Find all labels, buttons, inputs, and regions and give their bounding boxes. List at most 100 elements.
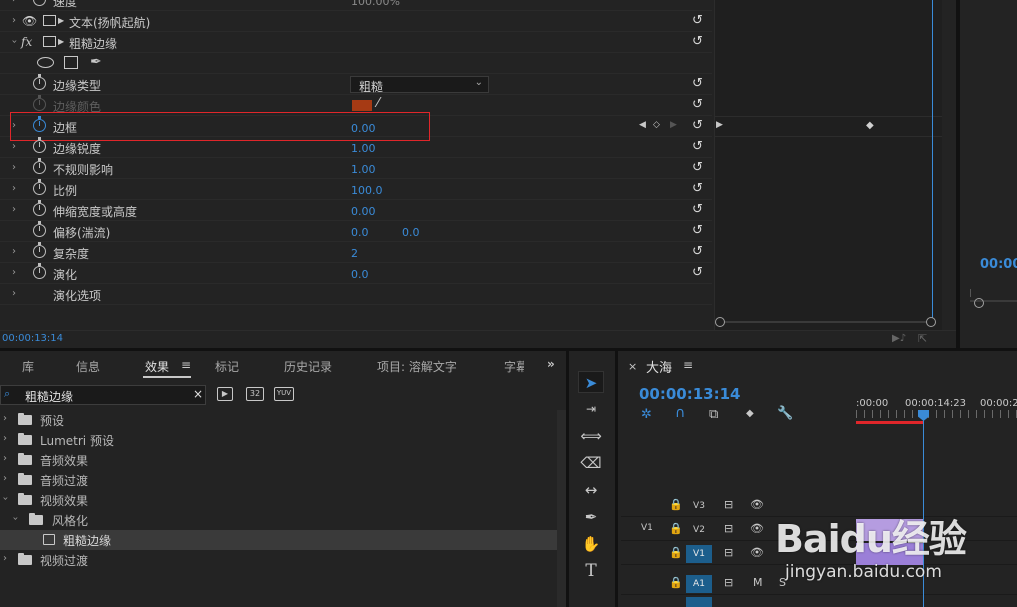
tab-project[interactable]: 项目: 溶解文字: [377, 358, 457, 375]
chevron-down-icon[interactable]: ›: [9, 40, 20, 44]
overflow-tabs-icon[interactable]: »: [547, 357, 555, 371]
chevron-down-icon[interactable]: ›: [10, 517, 21, 521]
property-value[interactable]: 0.0: [351, 268, 369, 281]
tree-item-rough-edges[interactable]: 粗糙边缘: [0, 530, 557, 550]
eye-icon[interactable]: 👁: [22, 14, 37, 28]
linked-selection-icon[interactable]: ⧉: [709, 407, 718, 422]
tab-libraries[interactable]: 库: [22, 358, 34, 375]
program-timecode[interactable]: 00:00: [980, 257, 1017, 272]
chevron-right-icon[interactable]: ›: [3, 473, 7, 484]
property-value[interactable]: 2: [351, 247, 358, 260]
stopwatch-icon[interactable]: [33, 263, 46, 279]
chevron-right-icon[interactable]: ›: [3, 453, 7, 464]
layer-row-text[interactable]: › 👁 ▶ 文本(扬帆起航) ↺: [0, 11, 712, 32]
selection-tool-icon[interactable]: ➤: [578, 371, 604, 393]
property-row-fractal-influence[interactable]: › 不规则影响 1.00 ↺: [0, 158, 712, 179]
add-keyframe-icon[interactable]: ◇: [653, 120, 660, 130]
property-row-complexity[interactable]: › 复杂度 2 ↺: [0, 242, 712, 263]
chevron-right-icon[interactable]: ›: [12, 204, 16, 215]
eye-icon[interactable]: 👁: [750, 546, 764, 559]
type-tool-icon[interactable]: T: [578, 560, 604, 582]
property-value[interactable]: 1.00: [351, 163, 376, 176]
effect-controls-timecode[interactable]: 00:00:13:14: [2, 333, 63, 344]
tree-item-audio-transitions[interactable]: › 音频过渡: [0, 470, 557, 490]
tab-history[interactable]: 历史记录: [284, 358, 332, 375]
scroll-knob-end[interactable]: [926, 317, 936, 327]
next-keyframe-icon[interactable]: ▶: [670, 120, 677, 130]
tab-captions[interactable]: 字幕: [504, 358, 524, 375]
chevron-right-icon[interactable]: ›: [12, 288, 16, 299]
property-value[interactable]: 1.00: [351, 142, 376, 155]
clear-search-icon[interactable]: ×: [193, 387, 203, 401]
stopwatch-icon[interactable]: [33, 74, 46, 90]
reset-icon[interactable]: ↺: [692, 161, 705, 174]
reset-icon[interactable]: ↺: [692, 98, 705, 111]
effect-controls-playhead[interactable]: [932, 0, 933, 322]
track-name[interactable]: V1: [686, 545, 712, 563]
sync-lock-icon[interactable]: ⊟: [724, 576, 733, 589]
tree-item-audio-effects[interactable]: › 音频效果: [0, 450, 557, 470]
chevron-right-icon[interactable]: ›: [12, 141, 16, 152]
track-name[interactable]: V3: [688, 497, 710, 515]
pen-mask-icon[interactable]: ✒: [90, 54, 102, 70]
ellipse-mask-icon[interactable]: [37, 57, 54, 68]
property-row-offset[interactable]: 偏移(湍流) 0.0 0.0 ↺: [0, 221, 712, 242]
reset-icon[interactable]: ↺: [692, 245, 705, 258]
keyframe-area[interactable]: [714, 0, 942, 330]
mute-button[interactable]: M: [753, 576, 763, 589]
property-row-speed[interactable]: › 速度 100.00%: [0, 0, 712, 11]
sync-lock-icon[interactable]: ⊟: [724, 522, 733, 535]
timeline-ruler[interactable]: :00:00 00:00:14:23 00:00:29: [856, 396, 1017, 424]
sync-lock-icon[interactable]: ⊟: [724, 546, 733, 559]
lock-icon[interactable]: 🔒: [669, 522, 683, 535]
property-value-x[interactable]: 0.0: [351, 226, 369, 239]
property-row-edge-sharpness[interactable]: › 边缘锐度 1.00 ↺: [0, 137, 712, 158]
slip-tool-icon[interactable]: ↔: [578, 479, 604, 501]
tree-scrollbar[interactable]: [557, 410, 566, 607]
play-audio-icon[interactable]: ▶♪: [892, 333, 906, 344]
lock-icon[interactable]: 🔒: [669, 576, 683, 589]
chevron-right-icon[interactable]: ›: [12, 0, 16, 5]
tree-item-lumetri-presets[interactable]: › Lumetri 预设: [0, 430, 557, 450]
stopwatch-icon[interactable]: [33, 137, 46, 153]
scroll-knob-start[interactable]: [715, 317, 725, 327]
tree-item-stylize[interactable]: › 风格化: [0, 510, 557, 530]
reset-icon[interactable]: ↺: [692, 140, 705, 153]
chevron-right-icon[interactable]: ›: [12, 162, 16, 173]
tree-item-video-effects[interactable]: › 视频效果: [0, 490, 557, 510]
property-value[interactable]: 0.00: [351, 205, 376, 218]
yuv-effects-icon[interactable]: YUV: [274, 387, 294, 401]
chevron-down-icon[interactable]: ›: [0, 497, 11, 501]
stopwatch-icon[interactable]: [33, 95, 46, 111]
reset-icon[interactable]: ↺: [692, 266, 705, 279]
reset-icon[interactable]: ↺: [692, 203, 705, 216]
add-marker-icon[interactable]: ◆: [746, 408, 754, 419]
32bit-effects-icon[interactable]: 32: [246, 387, 264, 401]
tab-info[interactable]: 信息: [76, 358, 100, 375]
stopwatch-icon[interactable]: [33, 200, 46, 216]
property-value[interactable]: 100.0: [351, 184, 383, 197]
property-row-stretch[interactable]: › 伸缩宽度或高度 0.00 ↺: [0, 200, 712, 221]
stopwatch-icon[interactable]: [33, 0, 46, 6]
effect-row-rough-edges[interactable]: › fx ▶ 粗糙边缘 ↺: [0, 32, 712, 53]
transform-icon[interactable]: [43, 36, 56, 47]
transform-icon[interactable]: [43, 15, 56, 26]
reset-icon[interactable]: ↺: [692, 14, 705, 27]
sync-lock-icon[interactable]: ⊟: [724, 498, 733, 511]
previous-keyframe-icon[interactable]: ◀: [639, 120, 646, 130]
tree-item-video-transitions[interactable]: › 视频过渡: [0, 550, 557, 570]
stopwatch-icon[interactable]: [33, 221, 46, 237]
tree-item-presets[interactable]: › 预设: [0, 410, 557, 430]
effects-search-field[interactable]: ⌕ 粗糙边缘 ×: [0, 385, 206, 405]
wrench-icon[interactable]: 🔧: [777, 406, 793, 421]
stopwatch-icon[interactable]: [33, 242, 46, 258]
chevron-right-icon[interactable]: ›: [12, 267, 16, 278]
eye-icon[interactable]: 👁: [750, 522, 764, 535]
eyedropper-icon[interactable]: ⁄: [377, 96, 379, 111]
tab-markers[interactable]: 标记: [215, 358, 239, 375]
keyframe-zoom-scrollbar[interactable]: [714, 315, 942, 329]
track-name[interactable]: V2: [688, 521, 710, 539]
keyframe-diamond-icon[interactable]: ◆: [866, 120, 874, 131]
lock-icon[interactable]: 🔒: [669, 498, 683, 511]
property-value-y[interactable]: 0.0: [402, 226, 420, 239]
